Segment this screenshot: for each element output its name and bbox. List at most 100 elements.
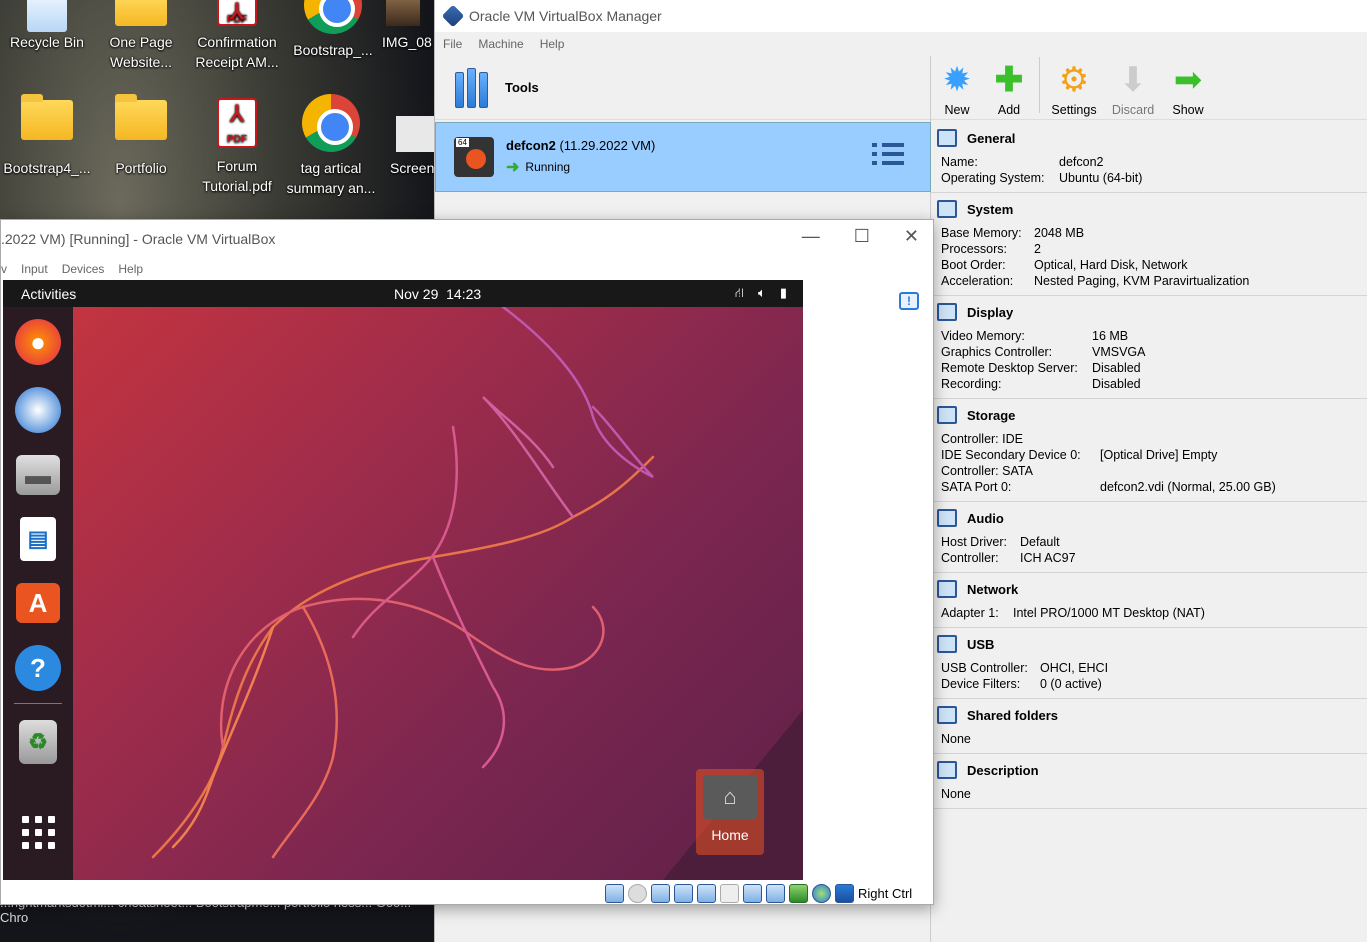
- section-storage-header[interactable]: Storage: [937, 403, 1362, 427]
- desktop-icon-recycle-bin[interactable]: Recycle Bin: [2, 0, 92, 52]
- desktop-icon-label: Recycle Bin: [10, 34, 84, 50]
- vm-details-menu-icon[interactable]: [872, 143, 904, 173]
- tools-item[interactable]: Tools: [435, 56, 930, 120]
- network-details: Adapter 1: Intel PRO/1000 MT Desktop (NAT…: [941, 606, 1205, 620]
- desktop-icon-portfolio[interactable]: Portfolio: [96, 94, 186, 178]
- show-apps-icon[interactable]: [21, 816, 55, 849]
- folder-icon: [21, 94, 73, 140]
- shared-folders-icon: [937, 706, 957, 724]
- section-audio-header[interactable]: Audio: [937, 506, 1362, 530]
- volume-icon: 🔈︎: [758, 284, 766, 300]
- usb-details: USB Controller: OHCI, EHCI Device Filters…: [941, 661, 1109, 691]
- desktop-icon-forum[interactable]: PDF Forum Tutorial.pdf: [192, 98, 282, 196]
- firefox-icon[interactable]: ●: [15, 319, 61, 365]
- desktop-icon-screenshot[interactable]: Screen 2022-0: [386, 116, 434, 178]
- dock-separator: [14, 703, 62, 704]
- add-button[interactable]: ✚ Add: [983, 61, 1035, 117]
- new-icon: ✹: [942, 61, 972, 99]
- section-system-header[interactable]: System: [937, 197, 1362, 221]
- tools-icon: [455, 67, 493, 108]
- settings-button[interactable]: ⚙ Settings: [1044, 61, 1104, 117]
- section-usb: USB USB Controller: OHCI, EHCI Device Fil…: [931, 628, 1367, 699]
- section-audio: Audio Host Driver: Default Controller: ICH…: [931, 502, 1367, 573]
- optical-drive-status-icon[interactable]: [628, 883, 647, 903]
- minimize-button[interactable]: —: [802, 226, 820, 247]
- audio-status-icon[interactable]: [651, 883, 670, 903]
- vm-statusbar: Right Ctrl: [605, 882, 912, 904]
- show-button[interactable]: ➡ Show: [1162, 61, 1214, 117]
- close-button[interactable]: ✕: [904, 226, 919, 247]
- display-status-icon[interactable]: [743, 883, 762, 903]
- desktop-icon-tag-artical[interactable]: tag artical summary an...: [286, 94, 376, 198]
- help-icon[interactable]: ?: [15, 645, 61, 691]
- vm-list-item-defcon2[interactable]: 64 defcon2 (11.29.2022 VM) ➜ Running: [435, 122, 931, 192]
- keyboard-capture-icon[interactable]: [835, 883, 854, 903]
- software-icon[interactable]: A: [16, 583, 60, 623]
- section-network-header[interactable]: Network: [937, 577, 1362, 601]
- menu-input[interactable]: Input: [21, 262, 48, 276]
- pdf-icon: PDF: [217, 98, 257, 148]
- section-shared-header[interactable]: Shared folders: [937, 703, 1362, 727]
- audio-icon: [937, 509, 957, 527]
- desktop-icon-bootstrap4[interactable]: Bootstrap4_...: [2, 94, 92, 178]
- shared-folders-status-icon[interactable]: [720, 883, 739, 903]
- usb-status-icon[interactable]: [697, 883, 716, 903]
- desktop-icon-label: Forum Tutorial.pdf: [202, 158, 272, 194]
- menu-view[interactable]: v: [1, 262, 7, 276]
- chrome-icon: [304, 0, 362, 34]
- system-details: Base Memory: 2048 MB Processors: 2 Boot Or…: [941, 226, 1250, 288]
- host-key-label: Right Ctrl: [858, 885, 913, 901]
- new-button[interactable]: ✹ New: [931, 61, 983, 117]
- desktop-icon-confirmation[interactable]: PDF Confirmation Receipt AM...: [192, 0, 282, 72]
- menu-file[interactable]: File: [443, 37, 462, 51]
- activities-button[interactable]: Activities: [3, 286, 76, 302]
- thunderbird-icon[interactable]: [15, 387, 61, 433]
- section-shared-folders: Shared folders None: [931, 699, 1367, 754]
- vm-titlebar: .2022 VM) [Running] - Oracle VM VirtualB…: [1, 220, 933, 258]
- network-icon: [937, 580, 957, 598]
- pdf-icon: PDF: [217, 0, 257, 26]
- section-description-header[interactable]: Description: [937, 758, 1362, 782]
- clock[interactable]: Nov 29 14:23: [394, 286, 481, 302]
- desktop-icon-label: tag artical summary an...: [286, 160, 376, 196]
- maximize-button[interactable]: ☐: [854, 226, 870, 247]
- section-general-header[interactable]: General: [937, 126, 1362, 150]
- notification-icon[interactable]: !: [899, 292, 919, 310]
- desktop-icon-label: Portfolio: [115, 160, 167, 176]
- trash-icon[interactable]: ♻: [19, 720, 57, 764]
- files-icon[interactable]: ▬: [16, 455, 60, 495]
- recording-status-icon[interactable]: [766, 883, 785, 903]
- home-folder-icon[interactable]: ⌂ Home: [696, 769, 764, 855]
- desktop-icon-bootstrap[interactable]: Bootstrap_...: [288, 0, 378, 60]
- mouse-integration-icon[interactable]: [812, 883, 831, 903]
- section-storage: Storage Controller: IDE IDE Secondary De…: [931, 399, 1367, 502]
- network-status-icon[interactable]: [674, 883, 693, 903]
- home-icon: ⌂: [703, 775, 757, 819]
- menu-help[interactable]: Help: [540, 37, 565, 51]
- general-icon: [937, 129, 957, 147]
- manager-titlebar: Oracle VM VirtualBox Manager: [435, 0, 1367, 32]
- settings-icon: ⚙: [1058, 61, 1090, 99]
- hard-disk-status-icon[interactable]: [605, 883, 624, 903]
- vm-state: ➜ Running: [506, 158, 571, 176]
- writer-icon[interactable]: ▤: [20, 517, 56, 561]
- running-arrow-icon: ➜: [506, 158, 520, 176]
- virtualbox-icon: [441, 4, 465, 28]
- manager-menubar: File Machine Help: [435, 32, 1367, 56]
- system-tray[interactable]: ⛙ 🔈︎ ▮: [735, 285, 787, 303]
- section-display-header[interactable]: Display: [937, 300, 1362, 324]
- desktop-icon-img[interactable]: IMG_08: [372, 0, 434, 52]
- chrome-icon: [302, 94, 360, 152]
- section-display: Display Video Memory: 16 MB Graphics Cont…: [931, 296, 1367, 399]
- cpu-status-icon[interactable]: [789, 883, 808, 903]
- menu-help[interactable]: Help: [118, 262, 143, 276]
- menu-machine[interactable]: Machine: [478, 37, 523, 51]
- section-usb-header[interactable]: USB: [937, 632, 1362, 656]
- folder-icon: [115, 0, 167, 26]
- tools-label: Tools: [505, 80, 539, 95]
- guest-screen[interactable]: Activities Nov 29 14:23 ⛙ 🔈︎ ▮ ● ▬ ▤ A ?…: [3, 280, 803, 880]
- vm-name: defcon2 (11.29.2022 VM): [506, 137, 656, 153]
- desktop-icon-one-page[interactable]: One Page Website...: [96, 0, 186, 72]
- discard-button[interactable]: ⬇ Discard: [1104, 61, 1162, 117]
- menu-devices[interactable]: Devices: [62, 262, 105, 276]
